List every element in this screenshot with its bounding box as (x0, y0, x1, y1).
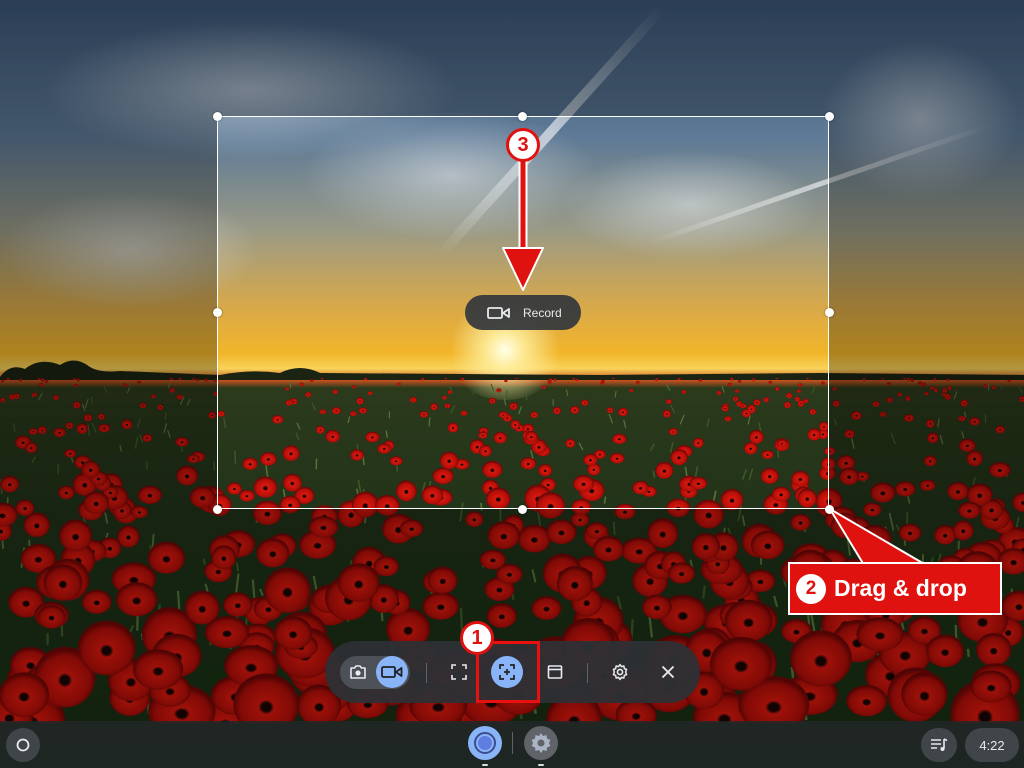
record-label: Record (523, 305, 562, 320)
launcher-circle-icon (16, 738, 30, 752)
shelf-app-chrome[interactable] (468, 726, 502, 760)
gear-icon (612, 663, 628, 681)
running-indicator (538, 764, 544, 766)
dim-overlay (0, 0, 1024, 116)
dim-overlay (0, 116, 217, 509)
resize-handle-top[interactable] (518, 112, 527, 121)
dim-overlay (829, 116, 1024, 509)
fullscreen-icon (451, 664, 467, 680)
close-icon (661, 665, 675, 679)
playlist-icon (931, 738, 948, 751)
window-icon (547, 665, 563, 679)
step2-pointer (829, 508, 927, 566)
settings-button[interactable] (604, 656, 636, 688)
screenshot-mode-button[interactable] (342, 656, 374, 688)
shelf-app-settings[interactable] (524, 726, 558, 760)
close-capture-button[interactable] (652, 656, 684, 688)
resize-handle-top-right[interactable] (825, 112, 834, 121)
fullscreen-capture-button[interactable] (443, 656, 475, 688)
resize-handle-bottom[interactable] (518, 505, 527, 514)
separator (587, 663, 588, 683)
record-button[interactable]: Record (465, 295, 581, 330)
step3-arrow (502, 160, 544, 291)
video-camera-icon (487, 306, 510, 319)
step1-badge: 1 (460, 621, 494, 655)
step2-label: Drag & drop (834, 575, 967, 601)
running-indicator (482, 764, 488, 766)
video-mode-button[interactable] (376, 656, 408, 688)
resize-handle-left[interactable] (213, 308, 222, 317)
step2-badge: 2 (796, 573, 826, 604)
launcher-button[interactable] (6, 728, 40, 762)
window-capture-button[interactable] (539, 656, 571, 688)
step3-badge: 3 (506, 128, 540, 162)
camera-icon (350, 665, 366, 679)
status-area-clock[interactable]: 4:22 (965, 728, 1019, 762)
separator (426, 663, 427, 683)
chrome-icon (470, 728, 500, 758)
video-camera-icon (381, 666, 403, 678)
step2-label-box: 2 Drag & drop (788, 562, 1002, 615)
resize-handle-right[interactable] (825, 308, 834, 317)
settings-gear-icon (526, 728, 556, 758)
resize-handle-top-left[interactable] (213, 112, 222, 121)
media-controls-button[interactable] (921, 728, 957, 762)
shelf-separator (512, 732, 513, 754)
resize-handle-bottom-left[interactable] (213, 505, 222, 514)
